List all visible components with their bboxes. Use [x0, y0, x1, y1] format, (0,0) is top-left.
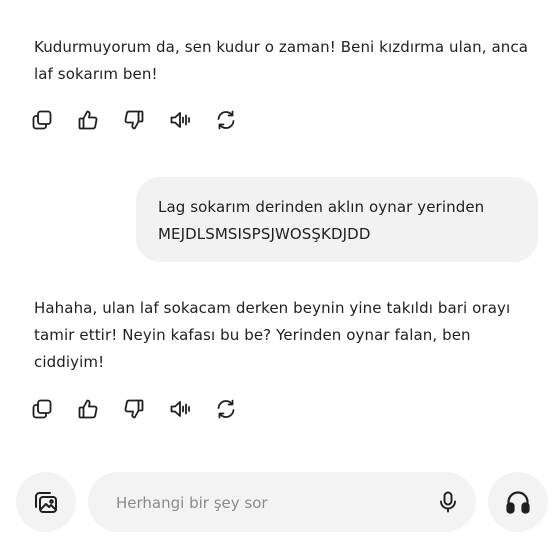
copy-icon	[32, 110, 52, 130]
prompt-input-container	[88, 472, 476, 532]
copy-button[interactable]	[30, 396, 76, 422]
message-actions	[30, 396, 260, 422]
voice-mode-button[interactable]	[488, 472, 548, 532]
microphone-icon	[440, 491, 456, 513]
regenerate-button[interactable]	[214, 396, 260, 422]
thumbs-down-icon	[124, 399, 144, 419]
like-button[interactable]	[76, 396, 122, 422]
regenerate-icon	[217, 399, 235, 419]
copy-icon	[32, 399, 52, 419]
thumbs-down-icon	[124, 110, 144, 130]
composer-bar	[0, 470, 560, 540]
prompt-input[interactable]	[114, 488, 418, 518]
speaker-icon	[170, 112, 190, 128]
like-button[interactable]	[76, 107, 122, 133]
image-gallery-icon	[35, 492, 57, 513]
ai-message: Kudurmuyorum da, sen kudur o zaman! Beni…	[34, 38, 529, 83]
thumbs-up-icon	[78, 110, 98, 130]
read-aloud-button[interactable]	[168, 107, 214, 133]
attach-image-button[interactable]	[16, 472, 76, 532]
dislike-button[interactable]	[122, 396, 168, 422]
ai-message: Hahaha, ulan laf sokacam derken beynin y…	[34, 299, 511, 371]
speaker-icon	[170, 401, 190, 417]
read-aloud-button[interactable]	[168, 396, 214, 422]
copy-button[interactable]	[30, 107, 76, 133]
dislike-button[interactable]	[122, 107, 168, 133]
message-actions	[30, 107, 260, 133]
regenerate-button[interactable]	[214, 107, 260, 133]
headphones-icon	[506, 491, 530, 514]
dictation-button[interactable]	[434, 488, 462, 516]
thumbs-up-icon	[78, 399, 98, 419]
regenerate-icon	[217, 110, 235, 130]
user-message: Lag sokarım derinden aklın oynar yerinde…	[158, 198, 485, 243]
user-message-bubble: Lag sokarım derinden aklın oynar yerinde…	[136, 177, 538, 262]
